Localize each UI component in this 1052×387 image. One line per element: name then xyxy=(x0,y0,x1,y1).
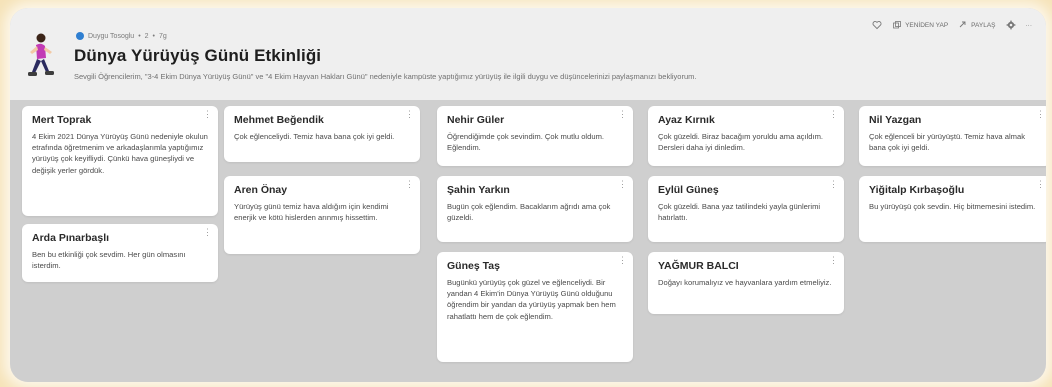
more-options-button[interactable]: ··· xyxy=(1026,22,1033,29)
post-author: Mert Toprak xyxy=(32,114,92,126)
author-row: Duygu Tosoglu • 2 • 7g xyxy=(76,32,167,40)
share-button[interactable]: PAYLAŞ xyxy=(958,20,996,30)
post-card[interactable]: ⋮ YAĞMUR BALCI Doğayı korumalıyız ve hay… xyxy=(648,252,844,314)
dot-separator: • xyxy=(152,32,155,40)
post-author: Ayaz Kırnık xyxy=(658,114,715,126)
post-menu-icon[interactable]: ⋮ xyxy=(829,180,838,189)
remake-label: YENİDEN YAP xyxy=(905,21,949,29)
share-arrow-icon xyxy=(959,21,966,28)
post-card[interactable]: ⋮ Yiğitalp Kırbaşoğlu Bu yürüyüşü çok se… xyxy=(859,176,1046,242)
post-menu-icon[interactable]: ⋮ xyxy=(829,256,838,265)
post-menu-icon[interactable]: ⋮ xyxy=(618,256,627,265)
board-header: Duygu Tosoglu • 2 • 7g Dünya Yürüyüş Gün… xyxy=(10,8,1046,100)
walking-person-icon xyxy=(28,33,54,76)
post-card[interactable]: ⋮ Mert Toprak 4 Ekim 2021 Dünya Yürüyüş … xyxy=(22,106,218,216)
post-author: YAĞMUR BALCI xyxy=(658,260,739,272)
post-card[interactable]: ⋮ Nehir Güler Öğrendiğimde çok sevindim.… xyxy=(437,106,633,166)
board-title: Dünya Yürüyüş Günü Etkinliği xyxy=(74,46,322,65)
post-card[interactable]: ⋮ Nil Yazgan Çok eğlenceli bir yürüyüştü… xyxy=(859,106,1046,166)
post-author: Arda Pınarbaşlı xyxy=(32,232,110,244)
post-author: Eylül Güneş xyxy=(658,184,719,196)
post-author: Nil Yazgan xyxy=(869,114,922,126)
heart-icon xyxy=(872,21,882,30)
post-age: 7g xyxy=(159,32,167,40)
post-menu-icon[interactable]: ⋮ xyxy=(405,180,414,189)
post-menu-icon[interactable]: ⋮ xyxy=(1036,180,1045,189)
post-text: Yürüyüş günü temiz hava aldığım için ken… xyxy=(234,202,389,223)
post-text: Bugün çok eğlendim. Bacaklarım ağrıdı am… xyxy=(447,202,611,223)
post-text: Çok güzeldi. Bana yaz tatilindeki yayla … xyxy=(658,202,821,223)
post-text: Ben bu etkinliği çok sevdim. Her gün olm… xyxy=(32,250,186,271)
post-card[interactable]: ⋮ Aren Önay Yürüyüş günü temiz hava aldı… xyxy=(224,176,420,254)
like-count: 2 xyxy=(144,32,149,40)
post-card[interactable]: ⋮ Eylül Güneş Çok güzeldi. Bana yaz tati… xyxy=(648,176,844,242)
post-author: Mehmet Beğendik xyxy=(234,114,324,126)
post-menu-icon[interactable]: ⋮ xyxy=(829,110,838,119)
author-avatar[interactable] xyxy=(76,32,84,40)
post-text: Doğayı korumalıyız ve hayvanlara yardım … xyxy=(658,278,832,287)
post-card[interactable]: ⋮ Ayaz Kırnık Çok güzeldi. Biraz bacağım… xyxy=(648,106,844,166)
post-text: Çok güzeldi. Biraz bacağım yoruldu ama a… xyxy=(658,132,824,153)
post-menu-icon[interactable]: ⋮ xyxy=(203,110,212,119)
post-card[interactable]: ⋮ Güneş Taş Bugünkü yürüyüş çok güzel ve… xyxy=(437,252,633,362)
post-author: Nehir Güler xyxy=(447,114,505,126)
post-text: 4 Ekim 2021 Dünya Yürüyüş Günü nedeniyle… xyxy=(32,132,208,175)
post-menu-icon[interactable]: ⋮ xyxy=(618,180,627,189)
post-author: Güneş Taş xyxy=(447,260,500,272)
heart-separator-icon: • xyxy=(138,32,141,40)
copy-icon xyxy=(893,21,901,29)
post-menu-icon[interactable]: ⋮ xyxy=(1036,110,1045,119)
post-text: Bu yürüyüşü çok sevdin. Hiç bitmemesini … xyxy=(869,202,1036,211)
post-author: Aren Önay xyxy=(234,184,288,196)
board-description: Sevgili Öğrencilerim, "3-4 Ekim Dünya Yü… xyxy=(74,72,697,81)
post-card[interactable]: ⋮ Arda Pınarbaşlı Ben bu etkinliği çok s… xyxy=(22,224,218,282)
post-text: Çok eğlenceli bir yürüyüştü. Temiz hava … xyxy=(869,132,1026,153)
post-author: Şahin Yarkın xyxy=(447,184,510,196)
author-name[interactable]: Duygu Tosoglu xyxy=(88,33,134,40)
post-text: Öğrendiğimde çok sevindim. Çok mutlu old… xyxy=(447,132,605,153)
gear-icon xyxy=(1006,20,1015,30)
post-menu-icon[interactable]: ⋮ xyxy=(203,228,212,237)
post-card[interactable]: ⋮ Mehmet Beğendik Çok eğlenceliydi. Temi… xyxy=(224,106,420,162)
post-text: Bugünkü yürüyüş çok güzel ve eğlenceliyd… xyxy=(447,278,616,321)
settings-button[interactable] xyxy=(1006,20,1016,30)
post-menu-icon[interactable]: ⋮ xyxy=(405,110,414,119)
post-text: Çok eğlenceliydi. Temiz hava bana çok iy… xyxy=(234,132,395,141)
post-menu-icon[interactable]: ⋮ xyxy=(618,110,627,119)
post-author: Yiğitalp Kırbaşoğlu xyxy=(869,184,965,196)
share-label: PAYLAŞ xyxy=(971,21,996,29)
post-card[interactable]: ⋮ Şahin Yarkın Bugün çok eğlendim. Bacak… xyxy=(437,176,633,242)
like-button[interactable] xyxy=(872,20,882,30)
top-actions: YENİDEN YAP PAYLAŞ ··· xyxy=(872,20,1032,30)
padlet-board: Duygu Tosoglu • 2 • 7g Dünya Yürüyüş Gün… xyxy=(10,8,1046,382)
remake-button[interactable]: YENİDEN YAP xyxy=(892,20,948,30)
more-horizontal-icon: ··· xyxy=(1025,21,1033,29)
